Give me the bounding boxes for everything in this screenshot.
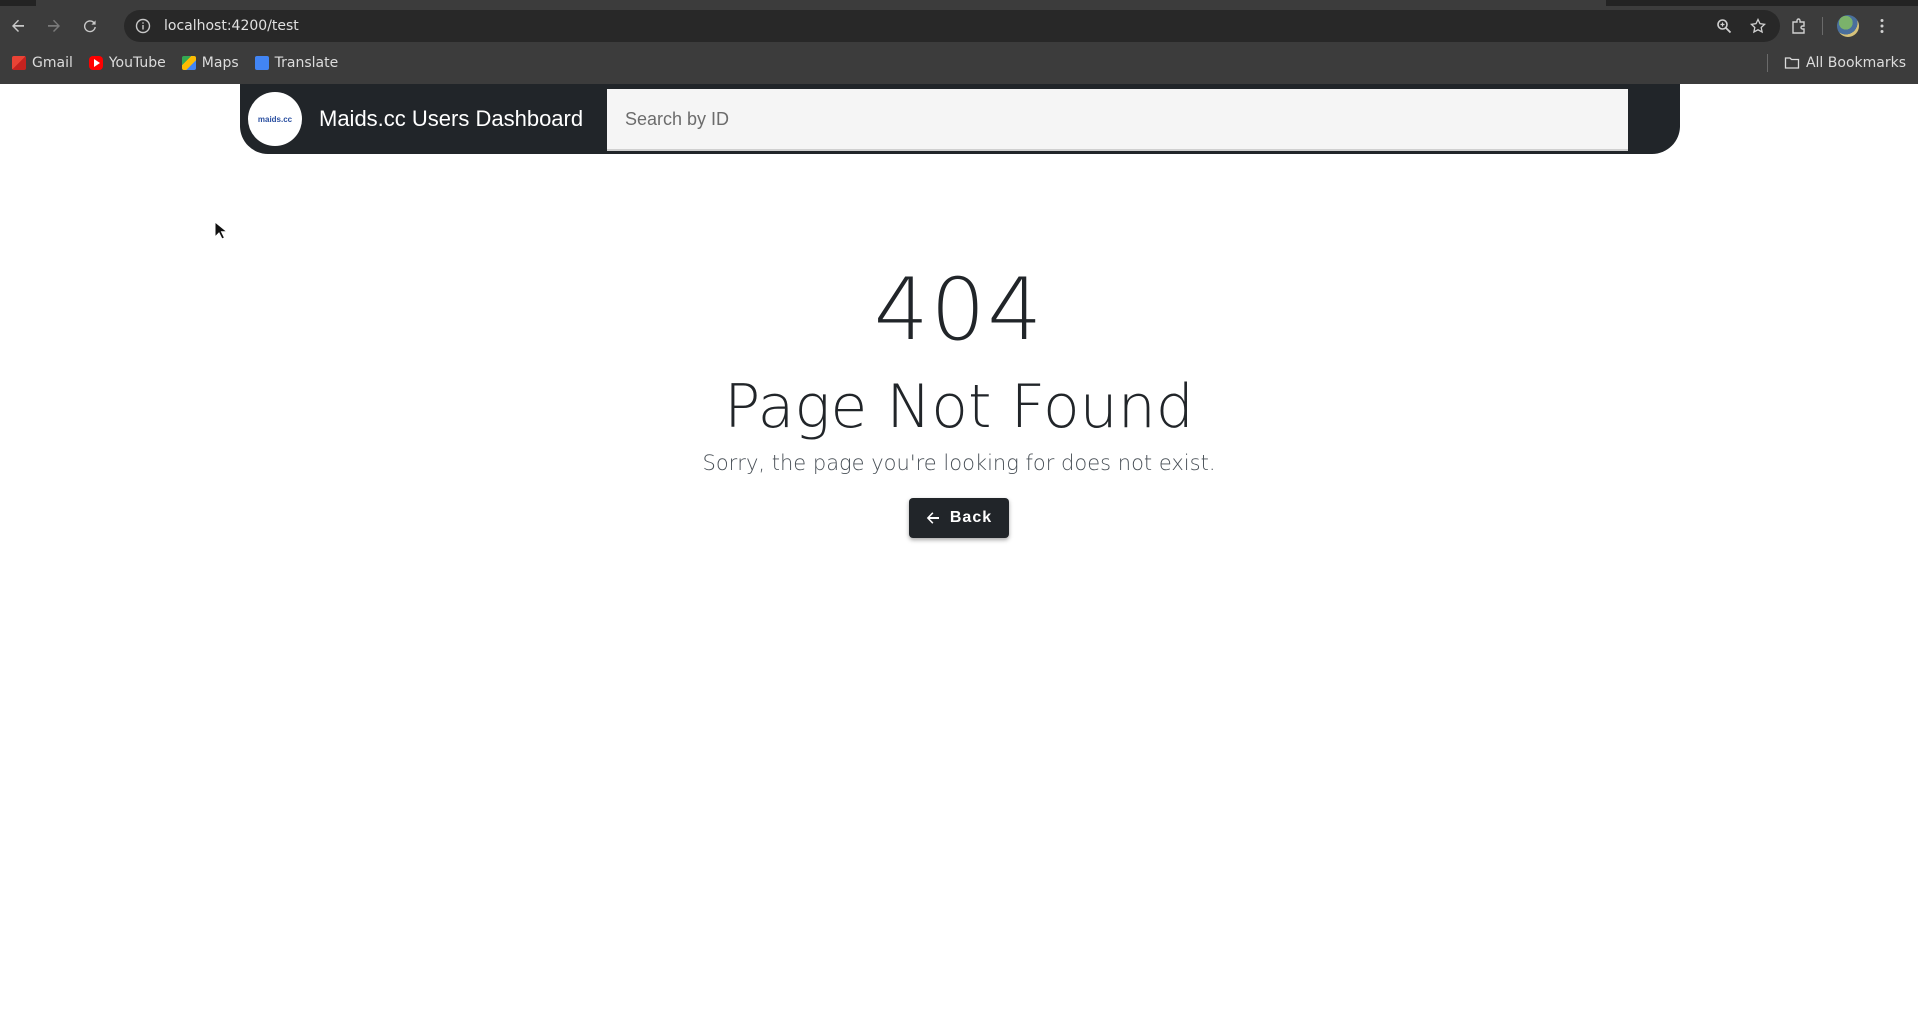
- browser-chrome: localhost:4200/test Gmail YouTube Maps T…: [0, 0, 1918, 84]
- maids-logo[interactable]: maids.cc: [248, 92, 302, 146]
- back-arrow-icon[interactable]: [0, 8, 36, 44]
- forward-arrow-icon[interactable]: [36, 8, 72, 44]
- site-info-icon[interactable]: [134, 17, 152, 35]
- app-header: maids.cc Maids.cc Users Dashboard: [240, 84, 1680, 154]
- back-button[interactable]: Back: [909, 498, 1009, 538]
- bookmarks-bar: Gmail YouTube Maps Translate All Bookmar…: [0, 48, 1918, 78]
- search-by-id-input[interactable]: [607, 89, 1628, 151]
- reload-icon[interactable]: [72, 8, 108, 44]
- error-code: 404: [873, 260, 1045, 360]
- arrow-left-icon: [926, 512, 939, 524]
- bookmark-star-icon[interactable]: [1750, 18, 1766, 34]
- maps-icon: [181, 56, 196, 70]
- bookmark-translate[interactable]: Translate: [254, 55, 338, 71]
- all-bookmarks-button[interactable]: All Bookmarks: [1766, 48, 1906, 78]
- error-message: Sorry, the page you're looking for does …: [702, 451, 1216, 475]
- bookmark-gmail[interactable]: Gmail: [12, 55, 73, 71]
- gmail-icon: [12, 56, 26, 70]
- not-found-content: 404 Page Not Found Sorry, the page you'r…: [0, 260, 1918, 538]
- url-text[interactable]: localhost:4200/test: [164, 18, 299, 34]
- mouse-cursor-icon: [214, 221, 228, 240]
- page-title: Page Not Found: [724, 372, 1194, 442]
- bookmark-maps[interactable]: Maps: [181, 55, 239, 71]
- back-button-label: Back: [949, 509, 993, 526]
- toolbar-divider: [1822, 17, 1823, 35]
- bookmarks-divider: [1766, 54, 1768, 72]
- address-bar[interactable]: localhost:4200/test: [124, 10, 1780, 42]
- bookmark-youtube[interactable]: YouTube: [88, 55, 166, 71]
- app-title[interactable]: Maids.cc Users Dashboard: [319, 106, 583, 132]
- folder-icon: [1784, 57, 1800, 69]
- zoom-icon[interactable]: [1716, 18, 1732, 34]
- translate-icon: [254, 56, 269, 70]
- extensions-icon[interactable]: [1790, 17, 1808, 35]
- kebab-menu-icon[interactable]: [1873, 17, 1891, 35]
- browser-toolbar: localhost:4200/test: [0, 6, 1918, 46]
- profile-avatar[interactable]: [1837, 15, 1859, 37]
- youtube-icon: [88, 56, 103, 70]
